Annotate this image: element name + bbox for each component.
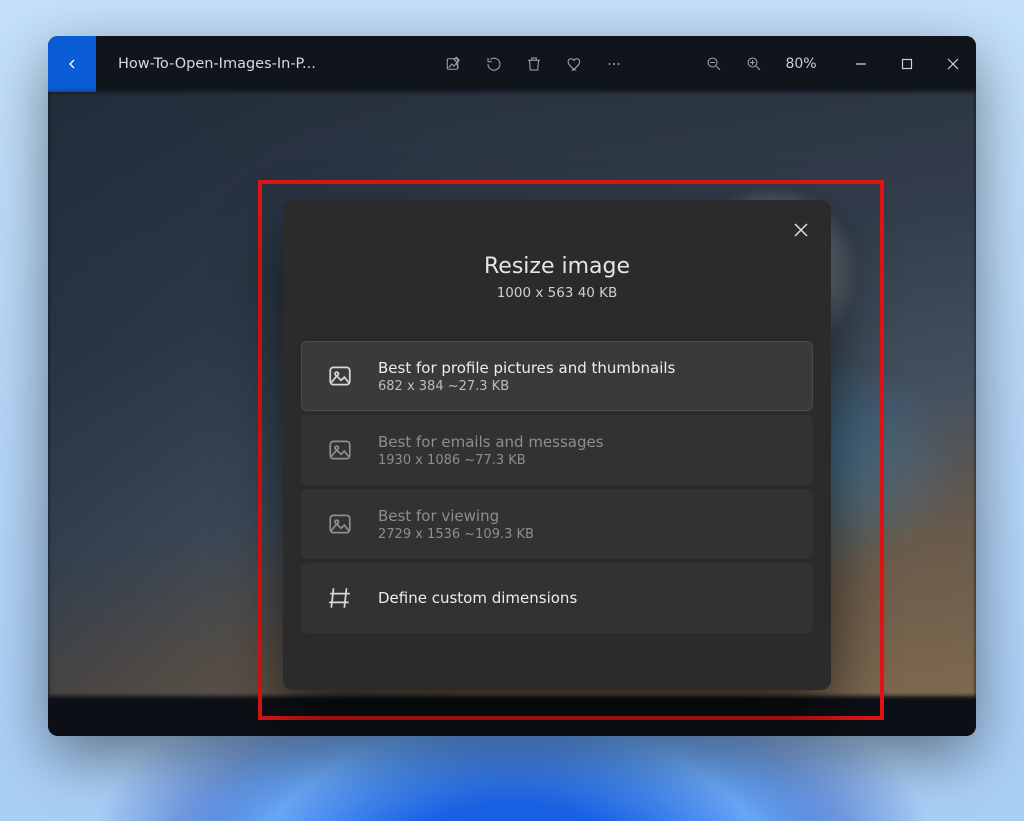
dialog-close-button[interactable]	[785, 214, 817, 246]
window-minimize-button[interactable]	[838, 42, 884, 86]
window-close-button[interactable]	[930, 42, 976, 86]
resize-option-meta: 1930 x 1086 ~77.3 KB	[378, 453, 604, 468]
image-icon	[316, 511, 364, 537]
dialog-title: Resize image	[301, 254, 813, 279]
resize-options-list: Best for profile pictures and thumbnails…	[301, 341, 813, 633]
resize-option-thumbnail[interactable]: Best for profile pictures and thumbnails…	[301, 341, 813, 411]
resize-option-custom[interactable]: Define custom dimensions	[301, 563, 813, 633]
zoom-level: 80%	[774, 56, 828, 72]
window-maximize-button[interactable]	[884, 42, 930, 86]
resize-option-viewing[interactable]: Best for viewing 2729 x 1536 ~109.3 KB	[301, 489, 813, 559]
zoom-out-icon[interactable]	[694, 44, 734, 84]
image-icon	[316, 363, 364, 389]
photos-app-window: How-To-Open-Images-In-P...	[48, 36, 976, 736]
resize-option-label: Best for profile pictures and thumbnails	[378, 359, 675, 377]
toolbar-icon-group: 80%	[434, 44, 828, 84]
resize-option-meta: 2729 x 1536 ~109.3 KB	[378, 527, 534, 542]
favorite-icon[interactable]	[554, 44, 594, 84]
resize-option-label: Best for viewing	[378, 507, 534, 525]
resize-option-email[interactable]: Best for emails and messages 1930 x 1086…	[301, 415, 813, 485]
resize-image-dialog: Resize image 1000 x 563 40 KB Best for p…	[283, 200, 831, 690]
delete-icon[interactable]	[514, 44, 554, 84]
more-icon[interactable]	[594, 44, 634, 84]
open-file-name: How-To-Open-Images-In-P...	[118, 56, 316, 72]
resize-option-meta: 682 x 384 ~27.3 KB	[378, 379, 675, 394]
back-button[interactable]	[48, 36, 96, 92]
dialog-current-size: 1000 x 563 40 KB	[301, 285, 813, 301]
edit-image-icon[interactable]	[434, 44, 474, 84]
resize-option-label: Best for emails and messages	[378, 433, 604, 451]
hash-icon	[316, 585, 364, 611]
window-controls	[838, 42, 976, 86]
zoom-in-icon[interactable]	[734, 44, 774, 84]
image-icon	[316, 437, 364, 463]
rotate-icon[interactable]	[474, 44, 514, 84]
app-toolbar: How-To-Open-Images-In-P...	[48, 36, 976, 92]
resize-option-label: Define custom dimensions	[378, 589, 577, 607]
